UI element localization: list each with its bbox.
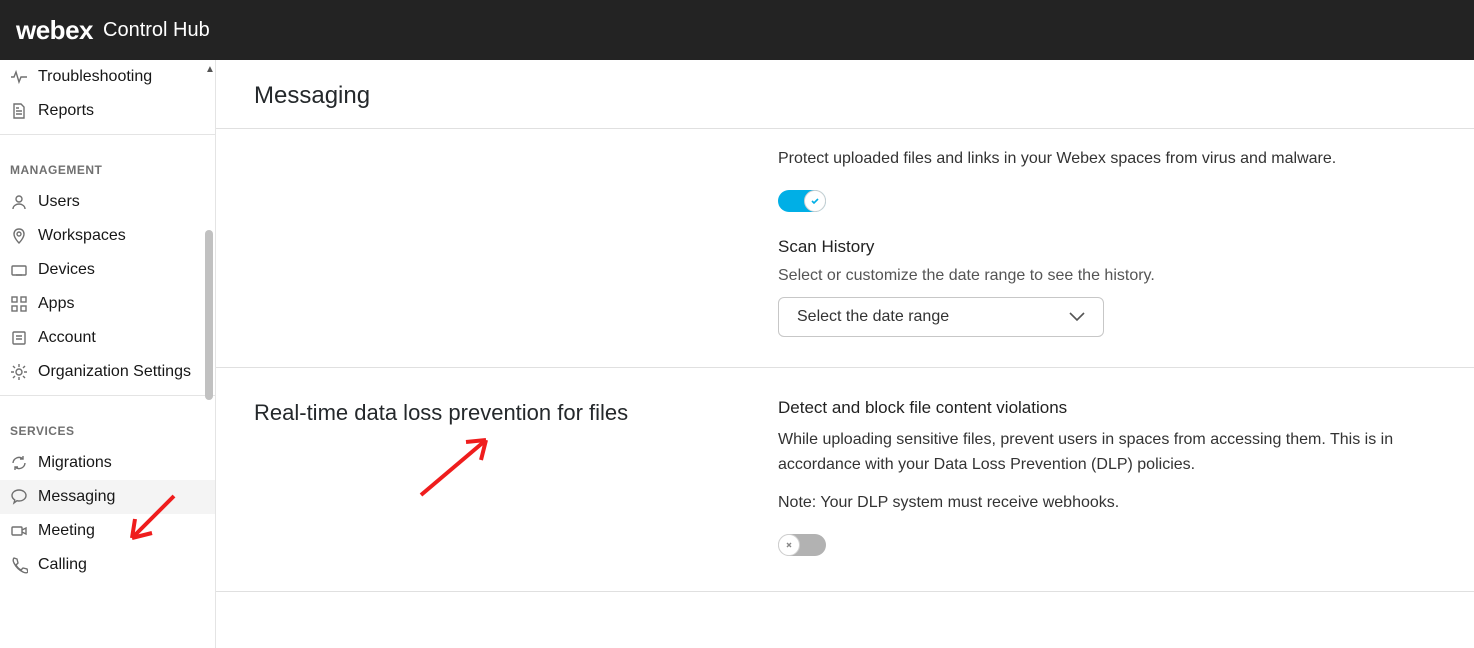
sidebar-item-label: Workspaces [38, 227, 126, 245]
app-header: webex Control Hub [0, 0, 1474, 60]
scrollbar-thumb[interactable] [205, 230, 213, 400]
sidebar-item-troubleshooting[interactable]: Troubleshooting [0, 60, 215, 94]
main-content: Messaging Protect uploaded files and lin… [216, 60, 1474, 648]
sidebar-item-label: Users [38, 193, 80, 211]
sidebar-item-migrations[interactable]: Migrations [0, 446, 215, 480]
scan-history-hint: Select or customize the date range to se… [778, 267, 1436, 285]
sidebar-item-devices[interactable]: Devices [0, 253, 215, 287]
sidebar-item-label: Migrations [38, 454, 112, 472]
date-range-placeholder: Select the date range [797, 308, 949, 326]
page-title: Messaging [254, 82, 1436, 110]
sidebar-item-label: Devices [38, 261, 95, 279]
sidebar-item-label: Messaging [38, 488, 115, 506]
date-range-select[interactable]: Select the date range [778, 297, 1104, 337]
sidebar-heading-management: MANAGEMENT [0, 141, 215, 185]
file-icon [10, 102, 28, 120]
refresh-icon [10, 454, 28, 472]
gear-icon [10, 363, 28, 381]
sidebar-scrollbar[interactable]: ▲ [203, 60, 215, 648]
section-divider [216, 591, 1474, 592]
sidebar-item-apps[interactable]: Apps [0, 287, 215, 321]
sidebar-item-label: Account [38, 329, 96, 347]
activity-icon [10, 68, 28, 86]
sidebar-item-org-settings[interactable]: Organization Settings [0, 355, 215, 389]
sidebar-item-messaging[interactable]: Messaging [0, 480, 215, 514]
sidebar-item-calling[interactable]: Calling [0, 548, 215, 582]
sidebar-item-label: Apps [38, 295, 74, 313]
sidebar-item-account[interactable]: Account [0, 321, 215, 355]
section-virus-protection: Protect uploaded files and links in your… [216, 129, 1474, 367]
scan-history-heading: Scan History [778, 237, 1436, 257]
sidebar-item-label: Calling [38, 556, 87, 574]
sidebar-item-label: Organization Settings [38, 363, 191, 381]
annotation-arrow [416, 435, 526, 510]
sidebar-item-reports[interactable]: Reports [0, 94, 215, 128]
protect-desc: Protect uploaded files and links in your… [778, 147, 1436, 172]
sidebar-item-meeting[interactable]: Meeting [0, 514, 215, 548]
scroll-up-icon: ▲ [205, 64, 215, 75]
chevron-down-icon [1069, 312, 1085, 322]
page-header: Messaging [216, 60, 1474, 129]
sidebar: Troubleshooting Reports MANAGEMENT Users… [0, 60, 216, 648]
dlp-heading: Detect and block file content violations [778, 398, 1436, 418]
device-icon [10, 261, 28, 279]
section-dlp: Real-time data loss prevention for files… [216, 368, 1474, 591]
chat-icon [10, 488, 28, 506]
brand-sub: Control Hub [103, 19, 210, 42]
sidebar-item-workspaces[interactable]: Workspaces [0, 219, 215, 253]
sidebar-item-label: Reports [38, 102, 94, 120]
dlp-title: Real-time data loss prevention for files [254, 398, 634, 428]
sidebar-item-users[interactable]: Users [0, 185, 215, 219]
account-icon [10, 329, 28, 347]
sidebar-item-label: Troubleshooting [38, 68, 152, 86]
protect-toggle[interactable] [778, 190, 826, 212]
user-icon [10, 193, 28, 211]
dlp-toggle[interactable] [778, 534, 826, 556]
dlp-desc: While uploading sensitive files, prevent… [778, 428, 1436, 478]
meeting-icon [10, 522, 28, 540]
divider [0, 395, 215, 396]
sidebar-heading-services: SERVICES [0, 402, 215, 446]
sidebar-item-label: Meeting [38, 522, 95, 540]
dlp-note: Note: Your DLP system must receive webho… [778, 491, 1436, 516]
divider [0, 134, 215, 135]
phone-icon [10, 556, 28, 574]
brand-logo: webex [16, 15, 93, 46]
apps-icon [10, 295, 28, 313]
pin-icon [10, 227, 28, 245]
